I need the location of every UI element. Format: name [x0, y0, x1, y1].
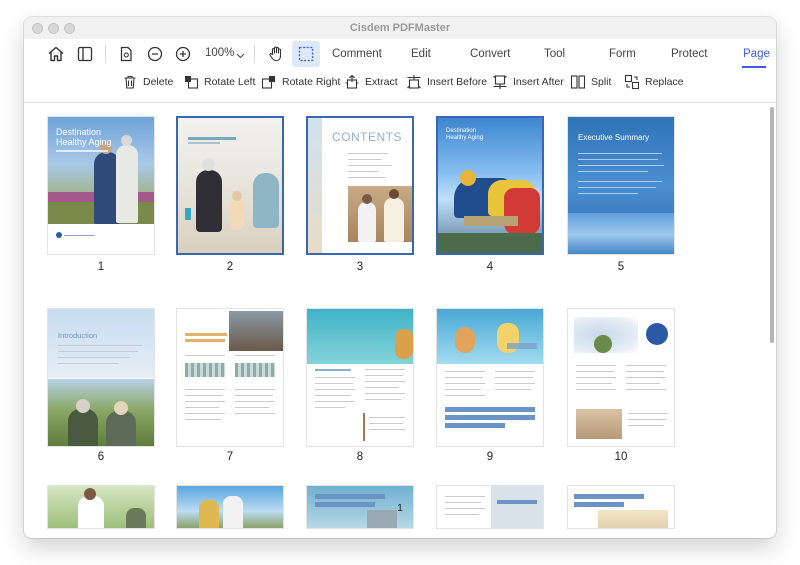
insert-before-button[interactable]: Insert Before	[406, 74, 487, 90]
extract-icon	[345, 74, 359, 89]
window-title: Cisdem PDFMaster	[349, 22, 451, 34]
insert-after-label: Insert After	[513, 76, 564, 88]
page-thumbnail[interactable]: Introduction	[47, 308, 155, 447]
sidebar-toggle-icon[interactable]	[74, 43, 96, 65]
tab-form[interactable]: Form	[609, 48, 636, 60]
page-1-title: Destination Healthy Aging	[56, 127, 112, 147]
page-number: 10	[614, 451, 628, 463]
page-thumbnail[interactable]	[306, 308, 414, 447]
tab-protect[interactable]: Protect	[671, 48, 707, 60]
chevron-down-icon[interactable]	[236, 47, 245, 65]
main-toolbar: 100% Comment Edit Convert Tool Form Prot…	[24, 39, 776, 69]
vertical-scrollbar[interactable]	[770, 107, 774, 343]
page-thumbnail[interactable]: Executive Summary	[567, 116, 675, 255]
page-number: 3	[356, 261, 364, 273]
page-indicator: 1	[397, 503, 403, 514]
page-tools-bar: Delete Rotate Left Rotate Right Extract …	[24, 72, 776, 98]
toolbar-separator	[105, 45, 106, 63]
rotate-left-icon	[185, 76, 199, 89]
page-thumbnail[interactable]	[567, 308, 675, 447]
page-thumbnail[interactable]	[176, 308, 284, 447]
insert-before-label: Insert Before	[427, 76, 488, 88]
page-view-icon[interactable]	[115, 43, 137, 65]
split-button[interactable]: Split	[570, 74, 611, 90]
close-window-button[interactable]	[32, 23, 43, 34]
home-icon[interactable]	[45, 43, 67, 65]
replace-label: Replace	[645, 76, 684, 88]
rotate-right-button[interactable]: Rotate Right	[261, 74, 340, 90]
page-number: 5	[617, 261, 625, 273]
page-number: 7	[226, 451, 234, 463]
page-number: 2	[226, 261, 234, 273]
tab-page[interactable]: Page	[743, 48, 770, 60]
minimize-window-button[interactable]	[48, 23, 59, 34]
zoom-level[interactable]: 100%	[205, 47, 234, 59]
page-thumbnail-grid: Destination Healthy Aging 1 2 CONTENTS 3…	[24, 103, 776, 538]
zoom-out-icon[interactable]	[144, 43, 166, 65]
insert-after-icon	[493, 75, 507, 89]
active-tab-indicator	[742, 66, 766, 68]
page-6-title: Introduction	[58, 331, 98, 340]
split-label: Split	[591, 76, 612, 88]
insert-before-icon	[407, 75, 421, 89]
delete-label: Delete	[143, 76, 174, 88]
rotate-left-button[interactable]: Rotate Left	[183, 74, 255, 90]
title-bar: Cisdem PDFMaster	[24, 17, 776, 39]
page-3-title: CONTENTS	[332, 130, 402, 144]
tab-tool[interactable]: Tool	[544, 48, 565, 60]
tab-edit[interactable]: Edit	[411, 48, 431, 60]
extract-button[interactable]: Extract	[344, 74, 398, 90]
page-number: 9	[486, 451, 494, 463]
insert-after-button[interactable]: Insert After	[492, 74, 564, 90]
tab-convert[interactable]: Convert	[470, 48, 510, 60]
page-thumbnail[interactable]	[176, 116, 284, 255]
rotate-left-label: Rotate Left	[204, 76, 256, 88]
rotate-right-label: Rotate Right	[282, 76, 341, 88]
page-thumbnail[interactable]	[436, 308, 544, 447]
replace-button[interactable]: Replace	[624, 74, 684, 90]
extract-label: Extract	[365, 76, 398, 88]
rotate-right-icon	[261, 76, 275, 89]
page-thumbnail[interactable]: Destination Healthy Aging	[436, 116, 544, 255]
split-icon	[570, 75, 586, 89]
page-thumbnail[interactable]: Destination Healthy Aging	[47, 116, 155, 255]
select-icon[interactable]	[292, 41, 320, 67]
toolbar-separator	[254, 45, 255, 63]
app-window: Cisdem PDFMaster 100% Comment Edit Conve…	[24, 17, 776, 538]
zoom-window-button[interactable]	[64, 23, 75, 34]
page-5-title: Executive Summary	[578, 133, 650, 142]
page-4-title: Destination Healthy Aging	[446, 128, 484, 141]
page-number: 4	[486, 261, 494, 273]
delete-button[interactable]: Delete	[122, 74, 173, 90]
hand-icon[interactable]	[265, 43, 287, 65]
trash-icon	[124, 75, 136, 89]
zoom-in-icon[interactable]	[172, 43, 194, 65]
page-number: 6	[97, 451, 105, 463]
tab-comment[interactable]: Comment	[332, 48, 382, 60]
page-number: 1	[97, 261, 105, 273]
page-thumbnail[interactable]: CONTENTS	[306, 116, 414, 255]
page-number: 8	[356, 451, 364, 463]
replace-icon	[624, 74, 640, 90]
